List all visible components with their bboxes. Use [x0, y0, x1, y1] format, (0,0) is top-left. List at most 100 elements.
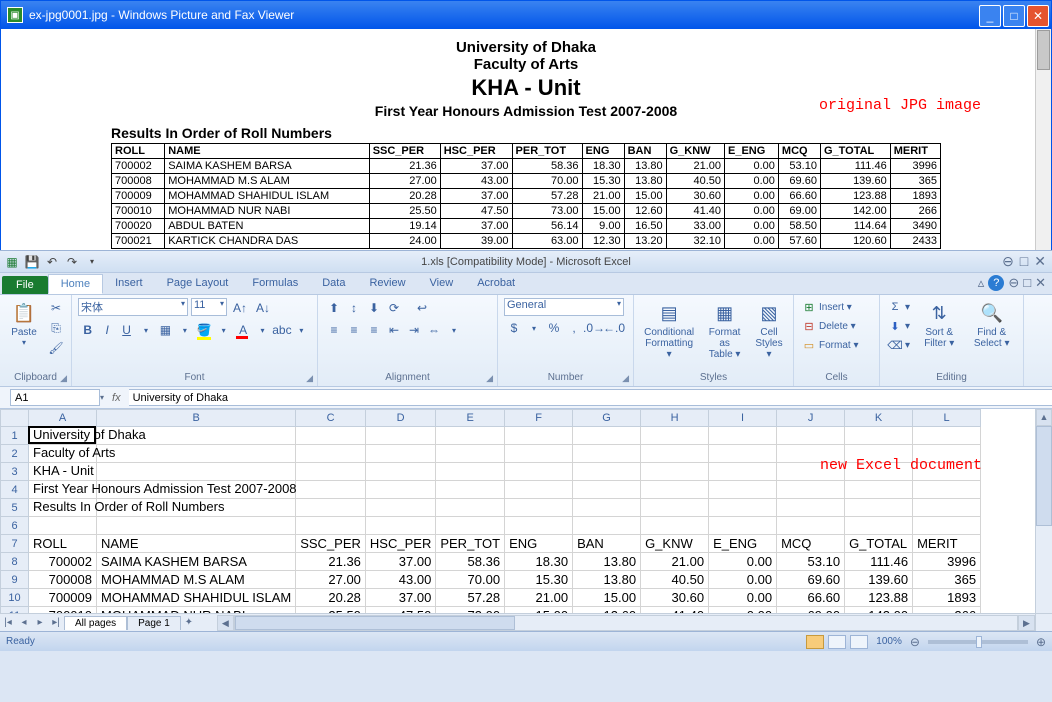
cell[interactable] [777, 499, 845, 517]
close-button[interactable]: ✕ [1027, 5, 1049, 27]
copy-icon[interactable]: ⎘ [46, 318, 66, 338]
tab-review[interactable]: Review [357, 274, 417, 294]
cell[interactable] [913, 445, 981, 463]
cell[interactable]: 0.00 [709, 553, 777, 571]
page-break-view-button[interactable] [850, 635, 868, 649]
workbook-restore-icon[interactable]: □ [1023, 275, 1031, 291]
cell[interactable] [573, 499, 641, 517]
cell[interactable] [913, 499, 981, 517]
underline-icon[interactable]: U [117, 320, 136, 340]
cell-styles-button[interactable]: ▧Cell Styles ▾ [751, 298, 787, 372]
cell[interactable]: PER_TOT [436, 535, 505, 553]
paste-button[interactable]: 📋Paste▾ [6, 298, 42, 372]
row-header[interactable]: 10 [1, 589, 29, 607]
cell[interactable] [436, 427, 505, 445]
cell[interactable]: MOHAMMAD M.S ALAM [97, 571, 296, 589]
align-top-icon[interactable]: ⬆ [324, 298, 344, 318]
decrease-font-icon[interactable]: A↓ [253, 298, 273, 318]
tab-formulas[interactable]: Formulas [240, 274, 310, 294]
border-icon[interactable]: ▦ [156, 320, 175, 340]
cell[interactable]: 66.60 [777, 589, 845, 607]
tab-file[interactable]: File [2, 276, 48, 294]
cell[interactable] [436, 481, 505, 499]
font-color-icon[interactable]: A [233, 320, 252, 340]
cell[interactable] [436, 463, 505, 481]
border-more-icon[interactable]: ▾ [175, 320, 194, 340]
cell[interactable]: Results In Order of Roll Numbers [29, 499, 97, 517]
cell[interactable]: 21.36 [296, 553, 366, 571]
cell[interactable] [97, 481, 296, 499]
dialog-launcher-icon[interactable]: ◢ [622, 373, 629, 384]
cell[interactable] [296, 445, 366, 463]
cell[interactable] [296, 427, 366, 445]
cell[interactable]: BAN [573, 535, 641, 553]
cell[interactable]: 13.80 [573, 553, 641, 571]
cell[interactable]: 0.00 [709, 589, 777, 607]
cell[interactable] [913, 427, 981, 445]
decrease-indent-icon[interactable]: ⇤ [384, 320, 404, 340]
cell[interactable] [573, 445, 641, 463]
column-header[interactable]: D [365, 410, 435, 427]
undo-icon[interactable]: ↶ [44, 254, 60, 270]
cell[interactable] [641, 463, 709, 481]
cell[interactable] [913, 481, 981, 499]
cell[interactable] [641, 427, 709, 445]
cell[interactable]: Faculty of Arts [29, 445, 97, 463]
column-header[interactable]: C [296, 410, 366, 427]
percent-icon[interactable]: % [544, 318, 564, 338]
cell[interactable] [505, 499, 573, 517]
cell[interactable] [365, 427, 435, 445]
font-color-more-icon[interactable]: ▾ [253, 320, 272, 340]
tab-nav-last-icon[interactable]: ▸| [48, 617, 64, 628]
cell[interactable] [641, 499, 709, 517]
cell[interactable]: 700008 [29, 571, 97, 589]
cell[interactable]: 111.46 [845, 553, 913, 571]
cut-icon[interactable]: ✂ [46, 298, 66, 318]
help-icon[interactable]: ? [988, 275, 1004, 291]
cell[interactable]: E_ENG [709, 535, 777, 553]
maximize-button[interactable]: □ [1003, 5, 1025, 27]
cell[interactable]: NAME [97, 535, 296, 553]
formula-input[interactable]: University of Dhaka [129, 389, 1052, 406]
autosum-button[interactable]: Σ▾ [886, 298, 912, 316]
cell[interactable]: MOHAMMAD SHAHIDUL ISLAM [97, 589, 296, 607]
row-header[interactable]: 1 [1, 427, 29, 445]
column-header[interactable]: L [913, 410, 981, 427]
cell[interactable]: ENG [505, 535, 573, 553]
cell[interactable] [365, 481, 435, 499]
cell[interactable]: 37.00 [365, 553, 435, 571]
comma-icon[interactable]: , [564, 318, 584, 338]
new-sheet-icon[interactable]: ✦ [181, 617, 197, 628]
namebox-dropdown-icon[interactable]: ▾ [100, 393, 104, 402]
column-header[interactable]: E [436, 410, 505, 427]
cell[interactable] [97, 445, 296, 463]
row-header[interactable]: 5 [1, 499, 29, 517]
cell[interactable] [505, 481, 573, 499]
picture-viewer-scrollbar[interactable] [1035, 29, 1051, 251]
column-header[interactable]: F [505, 410, 573, 427]
column-header[interactable]: I [709, 410, 777, 427]
cell[interactable]: 15.30 [505, 571, 573, 589]
sheet-tab[interactable]: All pages [64, 616, 127, 630]
cell[interactable] [777, 517, 845, 535]
cell[interactable]: 21.00 [505, 589, 573, 607]
zoom-out-button[interactable]: ⊖ [910, 635, 920, 649]
cell[interactable] [845, 481, 913, 499]
cell[interactable] [97, 517, 296, 535]
cell[interactable]: MCQ [777, 535, 845, 553]
align-right-icon[interactable]: ≡ [364, 320, 384, 340]
tab-insert[interactable]: Insert [103, 274, 155, 294]
row-header[interactable]: 6 [1, 517, 29, 535]
cell[interactable]: University of Dhaka [29, 427, 97, 445]
cell[interactable] [29, 517, 97, 535]
cell[interactable] [436, 517, 505, 535]
cell[interactable] [296, 463, 366, 481]
phonetic-more-icon[interactable]: ▾ [292, 320, 311, 340]
zoom-level[interactable]: 100% [876, 636, 902, 647]
cell[interactable] [573, 481, 641, 499]
cell[interactable] [641, 517, 709, 535]
cell[interactable] [641, 481, 709, 499]
save-icon[interactable]: 💾 [24, 254, 40, 270]
tab-view[interactable]: View [418, 274, 466, 294]
orientation-icon[interactable]: ⟳ [384, 298, 404, 318]
